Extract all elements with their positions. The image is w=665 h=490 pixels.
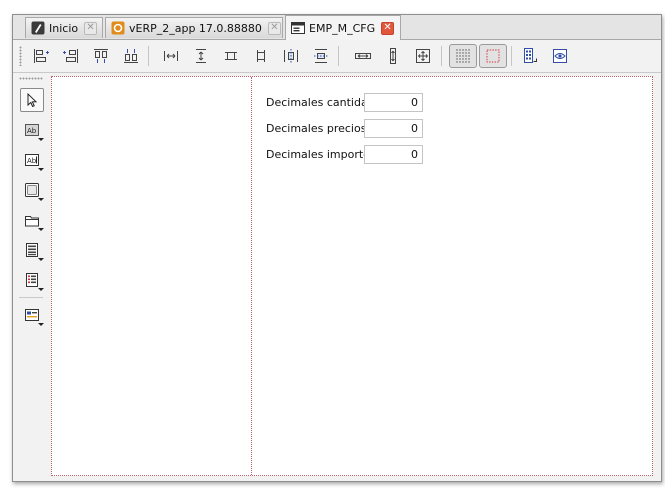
label-tool-button[interactable]: Ab	[20, 118, 44, 142]
decimales-cantidad-input[interactable]: 0	[364, 93, 423, 112]
tab-verp-app[interactable]: vERP_2_app 17.0.88880 ✕	[105, 17, 283, 38]
same-height-icon	[257, 50, 265, 62]
decimales-precios-input[interactable]: 0	[364, 119, 423, 138]
label-tool-icon: Ab	[25, 124, 39, 136]
properties-icon	[524, 48, 537, 63]
align-top-button[interactable]	[89, 44, 113, 68]
toolbar-separator	[511, 46, 512, 66]
designer-window: Inicio ✕ vERP_2_app 17.0.88880 ✕ EMP_M_C…	[12, 14, 662, 482]
home-icon	[31, 21, 45, 35]
space-vertical-icon	[196, 49, 206, 63]
align-bottom-icon	[124, 49, 138, 63]
table-tool-icon	[26, 273, 38, 287]
tab-inicio-label: Inicio	[49, 21, 79, 35]
folder-tool-button[interactable]	[20, 208, 44, 232]
svg-text:Ab: Ab	[27, 127, 37, 135]
center-horizontal-icon	[284, 49, 298, 63]
same-width-icon	[225, 52, 237, 60]
space-vertical-button[interactable]	[189, 44, 213, 68]
toolbar-separator	[441, 46, 442, 66]
center-vertical-icon	[314, 49, 328, 63]
table-tool-button[interactable]	[20, 268, 44, 292]
preview-button[interactable]	[548, 44, 572, 68]
align-right-icon	[63, 49, 78, 63]
right-panel[interactable]: Decimales cantidad 0 Decimales precios 0…	[252, 77, 652, 475]
list-tool-icon	[26, 243, 38, 257]
toolbar-separator	[148, 46, 149, 66]
show-borders-button[interactable]	[479, 44, 507, 68]
stretch-vertical-button[interactable]	[381, 44, 405, 68]
tab-emp-m-cfg-label: EMP_M_CFG	[309, 21, 376, 35]
svg-text:Ab: Ab	[27, 157, 37, 165]
palette-separator	[19, 297, 43, 298]
field-label: Decimales precios	[266, 122, 367, 135]
tab-verp-app-label: vERP_2_app 17.0.88880	[129, 21, 262, 35]
field-decimales-cantidad: Decimales cantidad 0	[266, 93, 436, 112]
tab-inicio[interactable]: Inicio ✕	[25, 17, 103, 38]
left-panel[interactable]	[52, 77, 252, 475]
toolbar-separator	[338, 46, 339, 66]
stretch-horizontal-icon	[355, 53, 371, 59]
tab-strip: Inicio ✕ vERP_2_app 17.0.88880 ✕ EMP_M_C…	[13, 15, 661, 40]
space-horizontal-icon	[164, 51, 178, 61]
stretch-both-icon	[416, 49, 430, 63]
align-top-icon	[94, 49, 108, 63]
same-height-button[interactable]	[249, 44, 273, 68]
pointer-tool-button[interactable]	[20, 88, 44, 112]
stretch-vertical-icon	[390, 48, 396, 64]
align-right-button[interactable]	[59, 44, 83, 68]
app-icon	[111, 21, 125, 35]
image-tool-icon	[25, 309, 39, 321]
show-borders-icon	[486, 49, 500, 63]
stretch-both-button[interactable]	[411, 44, 435, 68]
layout-toolbar	[13, 40, 661, 73]
field-decimales-precios: Decimales precios 0	[266, 119, 436, 138]
align-left-icon	[34, 49, 49, 63]
textfield-tool-icon: Ab	[25, 154, 39, 166]
folder-tool-icon	[25, 216, 39, 227]
component-palette: Ab Ab	[13, 73, 49, 481]
close-icon[interactable]: ✕	[84, 21, 98, 35]
align-left-button[interactable]	[29, 44, 53, 68]
panel-tool-icon	[25, 183, 39, 197]
palette-grip[interactable]	[19, 77, 43, 80]
close-icon[interactable]: ✕	[381, 21, 395, 35]
preview-icon	[553, 49, 567, 63]
textfield-tool-button[interactable]: Ab	[20, 148, 44, 172]
field-decimales-importes: Decimales importes 0	[266, 145, 436, 164]
show-grid-button[interactable]	[449, 44, 477, 68]
design-canvas[interactable]: Decimales cantidad 0 Decimales precios 0…	[51, 76, 653, 476]
form-icon	[291, 21, 305, 35]
space-horizontal-button[interactable]	[159, 44, 183, 68]
same-width-button[interactable]	[219, 44, 243, 68]
toolbar-grip[interactable]	[19, 46, 22, 66]
center-vertical-button[interactable]	[309, 44, 333, 68]
pointer-icon	[27, 92, 38, 108]
image-tool-button[interactable]	[20, 303, 44, 327]
align-bottom-button[interactable]	[119, 44, 143, 68]
list-tool-button[interactable]	[20, 238, 44, 262]
stretch-horizontal-button[interactable]	[351, 44, 375, 68]
close-icon[interactable]: ✕	[267, 21, 281, 35]
show-grid-icon	[456, 49, 470, 63]
center-horizontal-button[interactable]	[279, 44, 303, 68]
field-label: Decimales importes	[266, 148, 376, 161]
panel-tool-button[interactable]	[20, 178, 44, 202]
properties-button[interactable]	[518, 44, 542, 68]
decimales-importes-input[interactable]: 0	[364, 145, 423, 164]
tab-emp-m-cfg[interactable]: EMP_M_CFG ✕	[285, 15, 401, 40]
field-label: Decimales cantidad	[266, 96, 375, 109]
